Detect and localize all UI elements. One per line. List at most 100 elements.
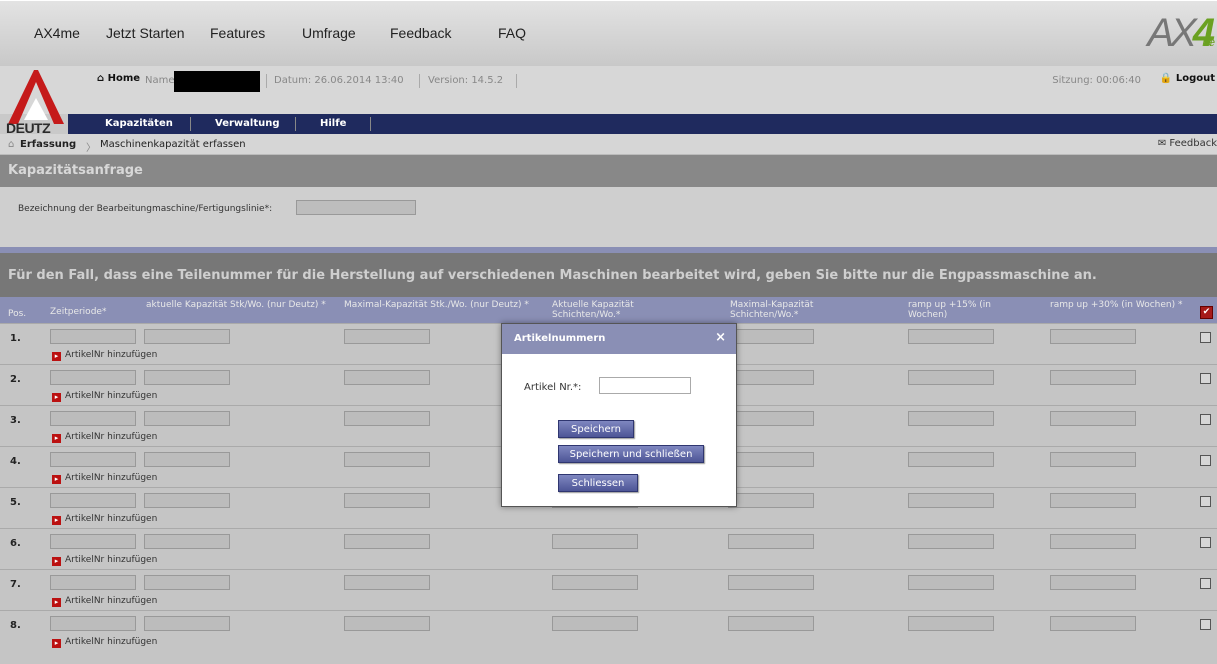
zeitperiode-input[interactable]	[50, 493, 136, 508]
nav-umfrage[interactable]: Umfrage	[302, 25, 356, 41]
add-article-link[interactable]: ▸ ArtikelNr hinzufügen	[52, 514, 157, 525]
ramp-up-15-input[interactable]	[908, 411, 994, 426]
maximal-kapazitaet-input[interactable]	[344, 493, 430, 508]
nav-features[interactable]: Features	[210, 25, 265, 41]
aktuelle-schichten-input[interactable]	[552, 534, 638, 549]
nav-ax4me[interactable]: AX4me	[34, 25, 80, 41]
menu-verwaltung[interactable]: Verwaltung	[215, 118, 280, 129]
aktuelle-schichten-input[interactable]	[552, 575, 638, 590]
aktuelle-kapazitaet-input[interactable]	[144, 616, 230, 631]
notice-band: Für den Fall, dass eine Teilenummer für …	[0, 247, 1217, 297]
check-all-checkbox[interactable]: ✔	[1200, 306, 1213, 319]
crumb-erfassung[interactable]: Erfassung	[20, 139, 76, 150]
maximal-kapazitaet-input[interactable]	[344, 452, 430, 467]
home-link[interactable]: ⌂ Home	[97, 73, 140, 84]
maximal-kapazitaet-input[interactable]	[344, 534, 430, 549]
row-checkbox[interactable]	[1200, 414, 1211, 425]
aktuelle-kapazitaet-input[interactable]	[144, 452, 230, 467]
ramp-up-30-input[interactable]	[1050, 452, 1136, 467]
machine-form: Bezeichnung der Bearbeitungmaschine/Fert…	[0, 187, 1217, 247]
ramp-up-30-input[interactable]	[1050, 411, 1136, 426]
ramp-up-30-input[interactable]	[1050, 616, 1136, 631]
zeitperiode-input[interactable]	[50, 370, 136, 385]
zeitperiode-input[interactable]	[50, 575, 136, 590]
table-row: 7. ▸ ArtikelNr hinzufügen	[0, 569, 1217, 611]
aktuelle-kapazitaet-input[interactable]	[144, 575, 230, 590]
maximal-schichten-input[interactable]	[728, 370, 814, 385]
home-icon: ⌂	[97, 73, 108, 84]
maximal-kapazitaet-input[interactable]	[344, 616, 430, 631]
save-button[interactable]: Speichern	[558, 420, 634, 438]
add-article-label: ArtikelNr hinzufügen	[65, 514, 158, 524]
home-label: Home	[107, 73, 141, 84]
maximal-kapazitaet-input[interactable]	[344, 370, 430, 385]
maximal-kapazitaet-input[interactable]	[344, 575, 430, 590]
logo-ax-text: AX	[1147, 11, 1196, 55]
row-checkbox[interactable]	[1200, 578, 1211, 589]
maximal-schichten-input[interactable]	[728, 411, 814, 426]
menu-kapazitaeten[interactable]: Kapazitäten	[105, 118, 173, 129]
ramp-up-15-input[interactable]	[908, 616, 994, 631]
close-icon[interactable]: ×	[715, 330, 726, 345]
add-article-link[interactable]: ▸ ArtikelNr hinzufügen	[52, 350, 157, 361]
logout-link[interactable]: 🔒 Logout	[1160, 73, 1215, 84]
add-article-link[interactable]: ▸ ArtikelNr hinzufügen	[52, 637, 157, 648]
menu-hilfe[interactable]: Hilfe	[320, 118, 346, 129]
ramp-up-30-input[interactable]	[1050, 329, 1136, 344]
nav-faq[interactable]: FAQ	[498, 25, 526, 41]
maximal-schichten-input[interactable]	[728, 329, 814, 344]
session-timer: Sitzung: 00:06:40	[1052, 75, 1141, 86]
nav-feedback[interactable]: Feedback	[390, 25, 451, 41]
ramp-up-15-input[interactable]	[908, 370, 994, 385]
zeitperiode-input[interactable]	[50, 411, 136, 426]
save-and-close-button[interactable]: Speichern und schließen	[558, 445, 704, 463]
add-article-link[interactable]: ▸ ArtikelNr hinzufügen	[52, 391, 157, 402]
ramp-up-30-input[interactable]	[1050, 534, 1136, 549]
artikel-nr-input[interactable]	[599, 377, 691, 394]
aktuelle-kapazitaet-input[interactable]	[144, 411, 230, 426]
ramp-up-30-input[interactable]	[1050, 493, 1136, 508]
machine-input[interactable]	[296, 200, 416, 215]
aktuelle-kapazitaet-input[interactable]	[144, 329, 230, 344]
maximal-schichten-input[interactable]	[728, 452, 814, 467]
zeitperiode-input[interactable]	[50, 452, 136, 467]
ramp-up-15-input[interactable]	[908, 452, 994, 467]
row-checkbox[interactable]	[1200, 496, 1211, 507]
ramp-up-15-input[interactable]	[908, 575, 994, 590]
ramp-up-15-input[interactable]	[908, 329, 994, 344]
zeitperiode-input[interactable]	[50, 534, 136, 549]
add-article-link[interactable]: ▸ ArtikelNr hinzufügen	[52, 555, 157, 566]
add-article-link[interactable]: ▸ ArtikelNr hinzufügen	[52, 596, 157, 607]
machine-label: Bezeichnung der Bearbeitungmaschine/Fert…	[18, 204, 273, 214]
row-checkbox[interactable]	[1200, 455, 1211, 466]
close-button[interactable]: Schliessen	[558, 474, 638, 492]
home-crumb-icon[interactable]: ⌂	[8, 139, 14, 150]
maximal-schichten-input[interactable]	[728, 534, 814, 549]
row-checkbox[interactable]	[1200, 619, 1211, 630]
maximal-schichten-input[interactable]	[728, 575, 814, 590]
add-article-label: ArtikelNr hinzufügen	[65, 432, 158, 442]
ramp-up-15-input[interactable]	[908, 493, 994, 508]
maximal-schichten-input[interactable]	[728, 616, 814, 631]
aktuelle-kapazitaet-input[interactable]	[144, 534, 230, 549]
add-article-link[interactable]: ▸ ArtikelNr hinzufügen	[52, 473, 157, 484]
zeitperiode-input[interactable]	[50, 616, 136, 631]
row-checkbox[interactable]	[1200, 537, 1211, 548]
ramp-up-15-input[interactable]	[908, 534, 994, 549]
ramp-up-30-input[interactable]	[1050, 370, 1136, 385]
ramp-up-30-input[interactable]	[1050, 575, 1136, 590]
maximal-kapazitaet-input[interactable]	[344, 411, 430, 426]
aktuelle-schichten-input[interactable]	[552, 616, 638, 631]
maximal-kapazitaet-input[interactable]	[344, 329, 430, 344]
add-article-link[interactable]: ▸ ArtikelNr hinzufügen	[52, 432, 157, 443]
aktuelle-kapazitaet-input[interactable]	[144, 493, 230, 508]
row-checkbox[interactable]	[1200, 332, 1211, 343]
maximal-schichten-input[interactable]	[728, 493, 814, 508]
table-row: 8. ▸ ArtikelNr hinzufügen	[0, 610, 1217, 652]
row-checkbox[interactable]	[1200, 373, 1211, 384]
nav-jetzt-starten[interactable]: Jetzt Starten	[106, 25, 185, 41]
dialog-header: Artikelnummern ×	[502, 324, 736, 354]
aktuelle-kapazitaet-input[interactable]	[144, 370, 230, 385]
feedback-link[interactable]: ✉ Feedback	[1158, 138, 1217, 149]
zeitperiode-input[interactable]	[50, 329, 136, 344]
